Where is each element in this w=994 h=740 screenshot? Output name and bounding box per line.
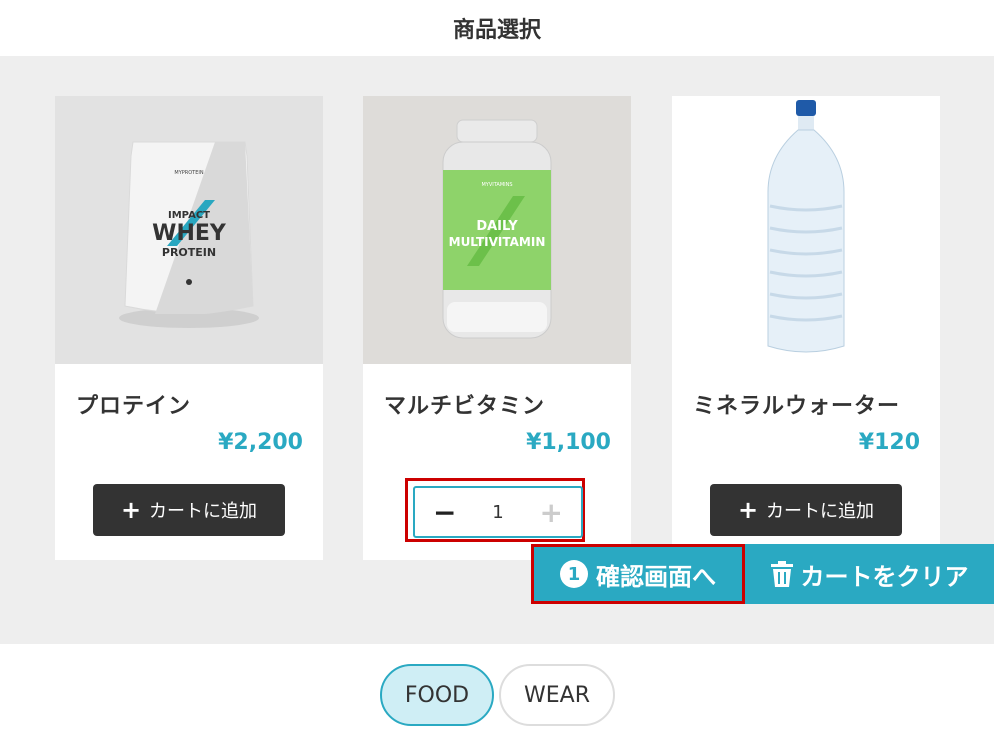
product-card-water: ミネラルウォーター ¥120 + カートに追加	[672, 96, 940, 560]
svg-text:DAILY: DAILY	[476, 219, 518, 234]
add-to-cart-button[interactable]: + カートに追加	[710, 484, 902, 536]
plus-icon[interactable]: +	[540, 496, 563, 529]
minus-icon[interactable]: −	[433, 496, 456, 529]
product-name: ミネラルウォーター	[693, 394, 901, 419]
trash-icon	[770, 561, 793, 587]
clear-cart-label: カートをクリア	[800, 562, 969, 591]
add-to-cart-label: カートに追加	[766, 501, 875, 522]
tab-wear[interactable]: WEAR	[499, 664, 615, 726]
svg-text:MULTIVITAMIN: MULTIVITAMIN	[449, 235, 546, 249]
svg-text:MYVITAMINS: MYVITAMINS	[481, 182, 512, 188]
protein-image: MYPROTEIN IMPACT WHEY PROTEIN	[55, 96, 323, 364]
protein-bag-icon: MYPROTEIN IMPACT WHEY PROTEIN	[55, 96, 323, 364]
add-to-cart-label: カートに追加	[149, 501, 258, 522]
svg-text:PROTEIN: PROTEIN	[162, 246, 216, 259]
multivitamin-image: MYVITAMINS DAILY MULTIVITAMIN	[363, 96, 631, 364]
confirm-label: 確認画面へ	[596, 562, 716, 591]
tab-food[interactable]: FOOD	[380, 664, 494, 726]
vitamin-bottle-icon: MYVITAMINS DAILY MULTIVITAMIN	[363, 96, 631, 364]
product-price: ¥1,100	[526, 430, 611, 455]
page-title: 商品選択	[452, 18, 541, 43]
add-to-cart-button[interactable]: + カートに追加	[93, 484, 285, 536]
svg-text:WHEY: WHEY	[152, 221, 227, 246]
svg-text:IMPACT: IMPACT	[168, 210, 210, 221]
number-one-icon: 1	[560, 560, 588, 588]
plus-icon: +	[120, 496, 142, 524]
product-price: ¥2,200	[218, 430, 303, 455]
product-card-protein: MYPROTEIN IMPACT WHEY PROTEIN プロテイン ¥2,2…	[55, 96, 323, 560]
water-image	[672, 96, 940, 364]
product-name: プロテイン	[76, 394, 192, 419]
water-bottle-icon	[672, 96, 940, 364]
clear-cart-button[interactable]: カートをクリア	[745, 544, 994, 604]
quantity-value: 1	[492, 501, 504, 523]
svg-text:MYPROTEIN: MYPROTEIN	[174, 170, 203, 176]
plus-icon: +	[737, 496, 759, 524]
confirm-button[interactable]: 1 確認画面へ	[531, 544, 745, 604]
quantity-stepper: − 1 +	[413, 486, 583, 538]
product-price: ¥120	[858, 430, 920, 455]
product-name: マルチビタミン	[384, 394, 546, 419]
product-card-multivitamin: MYVITAMINS DAILY MULTIVITAMIN マルチビタミン ¥1…	[363, 96, 631, 560]
